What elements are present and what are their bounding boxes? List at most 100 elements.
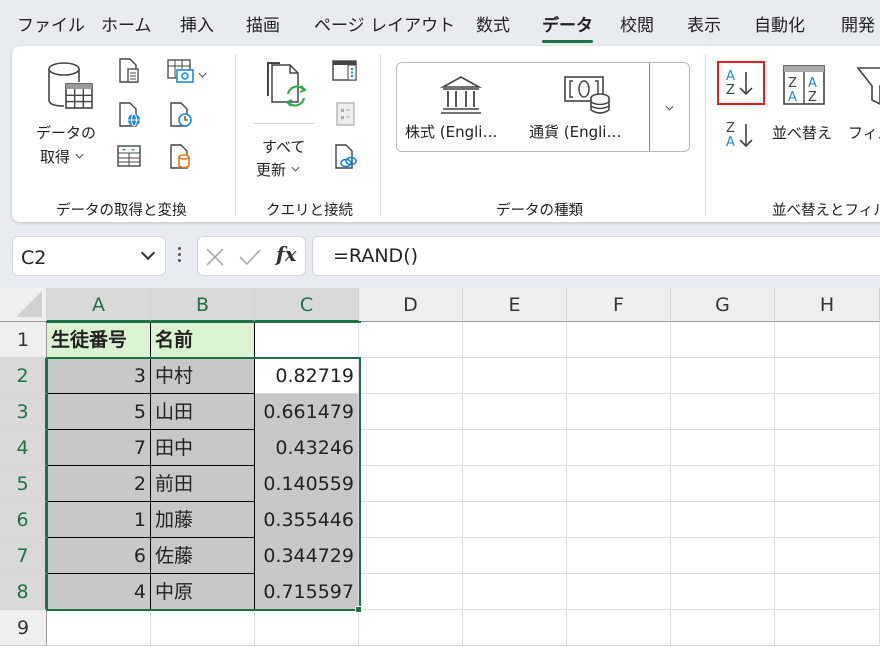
- cell-h5[interactable]: [775, 466, 880, 502]
- cancel-icon[interactable]: [205, 247, 225, 267]
- from-table-range-icon[interactable]: [116, 144, 142, 168]
- existing-connections-icon[interactable]: [169, 144, 193, 170]
- cell-d3[interactable]: [359, 394, 463, 430]
- row-header-1[interactable]: 1: [0, 322, 47, 358]
- cell-h9[interactable]: [775, 610, 880, 646]
- column-header-f[interactable]: F: [567, 288, 671, 322]
- data-types-more-button[interactable]: [650, 63, 690, 151]
- row-header-6[interactable]: 6: [0, 502, 47, 538]
- column-header-h[interactable]: H: [775, 288, 880, 322]
- cell-h6[interactable]: [775, 502, 880, 538]
- cell-f4[interactable]: [567, 430, 671, 466]
- insert-function-icon[interactable]: fx: [276, 242, 297, 266]
- tab-page-layout[interactable]: ページ レイアウト: [314, 11, 455, 36]
- cell-g4[interactable]: [671, 430, 775, 466]
- column-header-e[interactable]: E: [463, 288, 567, 322]
- cell-f5[interactable]: [567, 466, 671, 502]
- cell-h4[interactable]: [775, 430, 880, 466]
- cell-h7[interactable]: [775, 538, 880, 574]
- cell-e2[interactable]: [463, 358, 567, 394]
- filter-button[interactable]: フィル: [846, 60, 880, 146]
- cell-a1[interactable]: 生徒番号: [47, 322, 151, 358]
- cell-d2[interactable]: [359, 358, 463, 394]
- refresh-all-button[interactable]: すべて 更新: [252, 56, 316, 179]
- cell-h1[interactable]: [775, 322, 880, 358]
- cell-e6[interactable]: [463, 502, 567, 538]
- cell-e7[interactable]: [463, 538, 567, 574]
- cell-b5[interactable]: 前田: [151, 466, 255, 502]
- column-header-g[interactable]: G: [671, 288, 775, 322]
- cell-b1[interactable]: 名前: [151, 322, 255, 358]
- cell-e1[interactable]: [463, 322, 567, 358]
- cell-a8[interactable]: 4: [47, 574, 151, 610]
- cell-g5[interactable]: [671, 466, 775, 502]
- row-header-4[interactable]: 4: [0, 430, 47, 466]
- cell-g2[interactable]: [671, 358, 775, 394]
- tab-view[interactable]: 表示: [687, 11, 721, 36]
- tab-file[interactable]: ファイル: [17, 11, 85, 36]
- enter-check-icon[interactable]: [238, 247, 262, 267]
- tab-insert[interactable]: 挿入: [180, 11, 214, 36]
- row-header-2[interactable]: 2: [0, 358, 47, 394]
- column-header-a[interactable]: A: [47, 288, 151, 322]
- column-header-b[interactable]: B: [151, 288, 255, 322]
- cell-c5[interactable]: 0.140559: [255, 466, 359, 502]
- cell-e8[interactable]: [463, 574, 567, 610]
- cell-f7[interactable]: [567, 538, 671, 574]
- cell-c6[interactable]: 0.355446: [255, 502, 359, 538]
- sort-descending-button[interactable]: Z A: [724, 118, 758, 152]
- cell-c2[interactable]: 0.82719: [255, 358, 359, 394]
- cell-d5[interactable]: [359, 466, 463, 502]
- cell-e3[interactable]: [463, 394, 567, 430]
- cell-d8[interactable]: [359, 574, 463, 610]
- queries-connections-icon[interactable]: [332, 60, 358, 82]
- cell-b7[interactable]: 佐藤: [151, 538, 255, 574]
- cell-b3[interactable]: 山田: [151, 394, 255, 430]
- cell-h2[interactable]: [775, 358, 880, 394]
- cell-f6[interactable]: [567, 502, 671, 538]
- cell-g1[interactable]: [671, 322, 775, 358]
- from-web-icon[interactable]: [118, 102, 142, 128]
- select-all-button[interactable]: [0, 288, 47, 322]
- tab-formulas[interactable]: 数式: [476, 11, 510, 36]
- cell-g8[interactable]: [671, 574, 775, 610]
- tab-draw[interactable]: 描画: [246, 11, 280, 36]
- sort-button[interactable]: Z A A Z 並べ替え: [770, 60, 838, 146]
- from-picture-button[interactable]: [167, 58, 213, 84]
- cell-g3[interactable]: [671, 394, 775, 430]
- cell-d7[interactable]: [359, 538, 463, 574]
- cell-f8[interactable]: [567, 574, 671, 610]
- cell-c1[interactable]: [255, 322, 359, 358]
- cell-g7[interactable]: [671, 538, 775, 574]
- cell-c4[interactable]: 0.43246: [255, 430, 359, 466]
- cell-a3[interactable]: 5: [47, 394, 151, 430]
- cell-c7[interactable]: 0.344729: [255, 538, 359, 574]
- stocks-button[interactable]: 株式 (Engli…: [401, 71, 523, 147]
- cell-b4[interactable]: 田中: [151, 430, 255, 466]
- from-text-csv-icon[interactable]: [118, 58, 142, 84]
- get-data-button[interactable]: データの 取得: [34, 56, 106, 168]
- tab-automate[interactable]: 自動化: [754, 11, 805, 36]
- name-box[interactable]: C2: [12, 236, 166, 276]
- cell-f1[interactable]: [567, 322, 671, 358]
- recent-sources-icon[interactable]: [169, 102, 193, 128]
- row-header-3[interactable]: 3: [0, 394, 47, 430]
- cell-d1[interactable]: [359, 322, 463, 358]
- cell-c3[interactable]: 0.661479: [255, 394, 359, 430]
- cell-d9[interactable]: [359, 610, 463, 646]
- fill-handle[interactable]: [355, 606, 362, 613]
- cell-g9[interactable]: [671, 610, 775, 646]
- cell-c9[interactable]: [255, 610, 359, 646]
- cell-e4[interactable]: [463, 430, 567, 466]
- tab-review[interactable]: 校閲: [620, 11, 654, 36]
- more-options-icon[interactable]: [178, 247, 182, 265]
- cell-c8[interactable]: 0.715597: [255, 574, 359, 610]
- cell-d6[interactable]: [359, 502, 463, 538]
- cell-b2[interactable]: 中村: [151, 358, 255, 394]
- cell-e5[interactable]: [463, 466, 567, 502]
- cell-a5[interactable]: 2: [47, 466, 151, 502]
- cell-f9[interactable]: [567, 610, 671, 646]
- column-header-c[interactable]: C: [255, 288, 359, 322]
- sort-ascending-button[interactable]: A Z: [724, 66, 758, 100]
- tab-data[interactable]: データ: [542, 11, 593, 43]
